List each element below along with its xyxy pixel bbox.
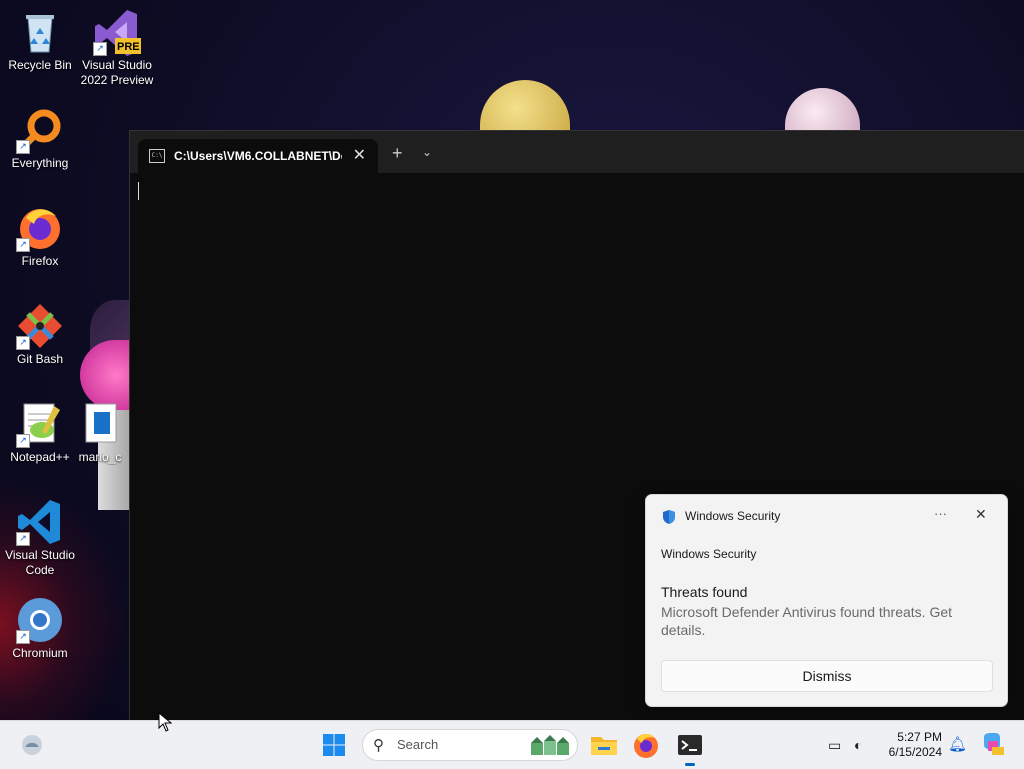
terminal-tab[interactable]: C:\ C:\Users\VM6.COLLABNET\De ✕ (138, 139, 378, 173)
active-app-indicator (685, 763, 695, 766)
firefox-icon[interactable] (630, 729, 662, 761)
copilot-icon[interactable] (980, 731, 1004, 755)
security-notification[interactable]: Windows Security ··· ✕ Windows Security … (645, 494, 1008, 707)
terminal-tab-bar: C:\ C:\Users\VM6.COLLABNET\De ✕ + ⌄ (130, 131, 1024, 173)
mouse-pointer (158, 711, 173, 737)
clock-date: 6/15/2024 (888, 745, 942, 759)
shortcut-arrow-icon: ↗ (16, 630, 30, 644)
desktop-icon-label: Visual Studio 2022 Preview (80, 58, 154, 87)
shortcut-arrow-icon: ↗ (16, 140, 30, 154)
taskbar-search-box[interactable]: ⚲ Search (362, 729, 578, 761)
dismiss-button[interactable]: Dismiss (661, 660, 993, 692)
shield-icon (661, 509, 677, 525)
text-cursor (138, 182, 139, 200)
shortcut-arrow-icon: ↗ (16, 532, 30, 546)
search-highlight-icon (531, 735, 569, 755)
desktop-icon-label: Visual Studio Code (5, 548, 75, 577)
desktop-icon-chromium[interactable]: ↗ Chromium (0, 596, 80, 661)
firefox-icon: ↗ (16, 204, 64, 252)
desktop-icon-firefox[interactable]: ↗ Firefox (0, 204, 80, 269)
notification-app-name: Windows Security (685, 509, 781, 523)
cmd-icon: C:\ (149, 149, 165, 163)
search-placeholder: Search (397, 737, 439, 752)
clock[interactable]: 5:27 PM 6/15/2024 (880, 730, 942, 760)
more-options-icon[interactable]: ··· (934, 506, 947, 521)
desktop-icon-visual-studio[interactable]: PRE ↗ Visual Studio 2022 Preview (77, 8, 157, 88)
desktop-icon-everything[interactable]: ↗ Everything (0, 106, 80, 171)
desktop-icon-label: Chromium (12, 646, 68, 660)
desktop-icon-label: Recycle Bin (8, 58, 72, 72)
close-icon[interactable]: ✕ (975, 506, 987, 523)
terminal-tab-title: C:\Users\VM6.COLLABNET\De (174, 149, 342, 163)
document-icon (76, 400, 124, 448)
clock-time: 5:27 PM (897, 730, 942, 744)
widgets-icon[interactable] (16, 729, 48, 761)
terminal-icon[interactable] (674, 729, 706, 761)
desktop-icon-recycle-bin[interactable]: Recycle Bin (0, 8, 80, 73)
preview-badge: PRE (117, 41, 140, 53)
notification-bell-icon[interactable]: 🔔︎ (948, 735, 967, 753)
desktop-icon-notepad-plus-plus[interactable]: ↗ Notepad++ (0, 400, 80, 465)
windows-logo-icon (323, 734, 345, 756)
git-bash-icon: ↗ (16, 302, 64, 350)
desktop-icon-label: mario_c (78, 450, 122, 464)
desktop-icon-label: Notepad++ (10, 450, 70, 464)
visual-studio-icon: PRE ↗ (93, 8, 141, 56)
shortcut-arrow-icon: ↗ (16, 336, 30, 350)
taskbar: ⚲ Search ▭ ◐ 5:27 PM 6/15/2024 🔔︎ (0, 720, 1024, 769)
recycle-bin-icon (16, 8, 64, 56)
notification-subtitle: Windows Security (661, 547, 757, 561)
shortcut-arrow-icon: ↗ (16, 238, 30, 252)
notepad-plus-plus-icon: ↗ (16, 400, 64, 448)
desktop-icon-git-bash[interactable]: ↗ Git Bash (0, 302, 80, 367)
network-icon[interactable]: ▭ (828, 737, 841, 754)
volume-icon[interactable]: ◐ (854, 737, 862, 753)
desktop-icon-label: Everything (11, 156, 69, 170)
notification-body[interactable]: Microsoft Defender Antivirus found threa… (661, 603, 981, 639)
everything-search-icon: ↗ (16, 106, 64, 154)
new-tab-button[interactable]: + (392, 143, 403, 164)
search-icon: ⚲ (373, 737, 384, 754)
shortcut-arrow-icon: ↗ (93, 42, 107, 56)
desktop-icon-document[interactable]: mario_c (72, 400, 128, 465)
vscode-icon: ↗ (16, 498, 64, 546)
chevron-down-icon[interactable]: ⌄ (422, 145, 432, 159)
close-icon[interactable]: ✕ (353, 145, 366, 165)
chromium-icon: ↗ (16, 596, 64, 644)
desktop-icon-vscode[interactable]: ↗ Visual Studio Code (0, 498, 80, 578)
desktop-icon-label: Firefox (21, 254, 59, 268)
file-explorer-icon[interactable] (588, 729, 620, 761)
shortcut-arrow-icon: ↗ (16, 434, 30, 448)
notification-heading: Threats found (661, 584, 748, 600)
start-button[interactable] (318, 729, 350, 761)
desktop-icon-label: Git Bash (16, 352, 64, 366)
